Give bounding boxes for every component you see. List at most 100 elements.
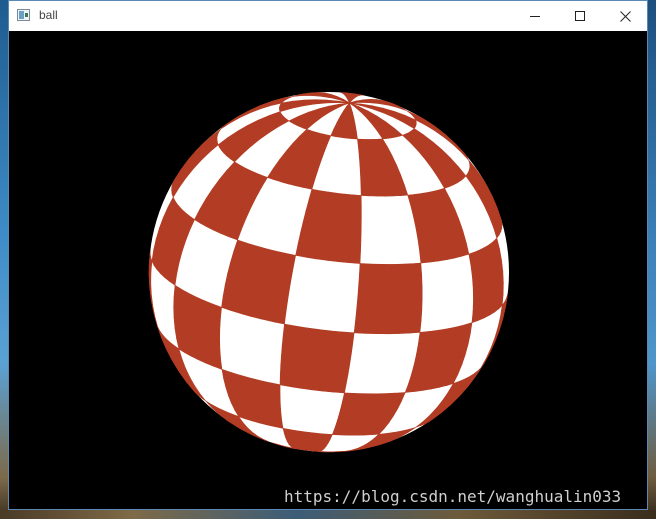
ball-red-tile <box>348 250 361 264</box>
app-window-icon <box>17 9 30 21</box>
ball-red-tile <box>352 194 362 207</box>
ball-red-tile <box>325 102 339 104</box>
ball-red-tile <box>378 299 392 312</box>
ball-red-tile <box>300 378 314 391</box>
minimize-icon <box>530 16 540 17</box>
ball-red-tile <box>401 263 413 277</box>
ball-red-tile <box>411 297 423 311</box>
close-icon <box>620 11 631 22</box>
ball-red-tile <box>338 249 351 264</box>
ball-red-tile <box>344 123 350 132</box>
checkered-ball <box>148 92 509 453</box>
ball-red-tile <box>330 225 343 239</box>
ball-red-tile <box>316 340 330 353</box>
ball-red-tile <box>350 227 362 241</box>
ball-red-tile <box>320 224 333 238</box>
ball-red-tile <box>326 352 341 365</box>
watermark-text: https://blog.csdn.net/wanghualin033 <box>284 487 622 506</box>
ball-red-tile <box>401 275 413 289</box>
ball-red-tile <box>342 204 353 218</box>
ball-red-tile <box>356 298 370 312</box>
desktop-wallpaper-left <box>0 0 8 519</box>
ball-red-tile <box>365 321 379 335</box>
ball-red-tile <box>345 117 350 125</box>
ball-red-tile <box>379 287 392 300</box>
ball-red-tile <box>313 361 328 373</box>
ball-red-tile <box>390 287 403 300</box>
ball-red-tile <box>401 286 413 300</box>
ball-red-tile <box>318 235 331 250</box>
ball-red-tile <box>307 233 321 248</box>
ball-red-tile <box>329 330 343 344</box>
ball-red-tile <box>305 245 320 260</box>
ball-red-tile <box>325 362 339 375</box>
ball-red-tile <box>322 433 333 440</box>
ball-red-tile <box>369 263 382 277</box>
ball-red-tile <box>331 214 344 228</box>
ball-red-tile <box>411 286 423 300</box>
ball-red-tile <box>391 275 403 289</box>
ball-red-tile <box>316 247 330 261</box>
app-window: ball <box>8 0 648 510</box>
ball-red-tile <box>282 323 297 338</box>
ball-red-tile <box>366 310 380 323</box>
ball-red-tile <box>302 359 316 372</box>
ball-red-tile <box>305 327 320 341</box>
ball-red-tile <box>357 286 370 300</box>
ball-red-tile <box>367 298 381 312</box>
close-button[interactable] <box>603 1 648 31</box>
ball-red-tile <box>306 431 317 439</box>
ball-red-tile <box>312 371 326 383</box>
ball-red-tile <box>301 369 315 382</box>
desktop-wallpaper-bottom <box>0 510 656 519</box>
ball-red-tile <box>339 342 354 355</box>
ball-red-tile <box>360 184 370 197</box>
ball-red-tile <box>359 263 371 277</box>
ball-red-tile <box>299 430 308 438</box>
ball-red-tile <box>327 248 340 263</box>
ball-red-tile <box>343 193 354 206</box>
ball-red-tile <box>398 321 412 334</box>
ball-red-tile <box>411 274 423 288</box>
maximize-icon <box>575 11 585 21</box>
window-title: ball <box>39 8 58 22</box>
ball-red-tile <box>333 382 347 394</box>
ball-red-tile <box>322 213 334 227</box>
ball-red-tile <box>380 264 392 277</box>
ball-red-tile <box>323 202 336 216</box>
ball-red-tile <box>293 336 307 350</box>
ball-red-tile <box>391 263 403 277</box>
ball-red-tile <box>409 320 422 334</box>
ball-red-tile <box>353 321 368 334</box>
ball-red-tile <box>351 205 362 218</box>
ball-red-tile <box>303 349 317 362</box>
ball-red-tile <box>387 322 401 335</box>
ball-red-tile <box>317 329 332 343</box>
ball-red-tile <box>377 310 391 323</box>
ball-red-tile <box>290 429 300 437</box>
ball-red-tile <box>355 309 369 323</box>
ball-red-tile <box>336 363 351 375</box>
ball-red-tile <box>348 130 354 140</box>
ball-red-tile <box>410 309 423 323</box>
maximize-button[interactable] <box>558 1 603 31</box>
ball-red-tile <box>352 130 358 140</box>
render-canvas[interactable] <box>9 31 647 509</box>
ball-red-tile <box>351 216 362 229</box>
ball-red-tile <box>314 350 329 364</box>
ball-red-tile <box>360 174 369 186</box>
ball-red-tile <box>400 298 413 312</box>
ball-red-tile <box>389 310 402 323</box>
ball-red-tile <box>339 238 352 252</box>
minimize-button[interactable] <box>513 1 558 31</box>
ball-red-tile <box>369 275 382 289</box>
ball-red-tile <box>337 353 352 365</box>
ball-red-tile <box>294 325 308 340</box>
title-bar[interactable]: ball <box>9 1 647 31</box>
ball-red-tile <box>399 310 413 323</box>
ball-red-tile <box>343 130 350 139</box>
ball-red-tile <box>333 203 345 217</box>
desktop-wallpaper-right <box>648 0 656 519</box>
ball-red-tile <box>327 341 342 354</box>
ball-red-tile <box>325 191 337 205</box>
